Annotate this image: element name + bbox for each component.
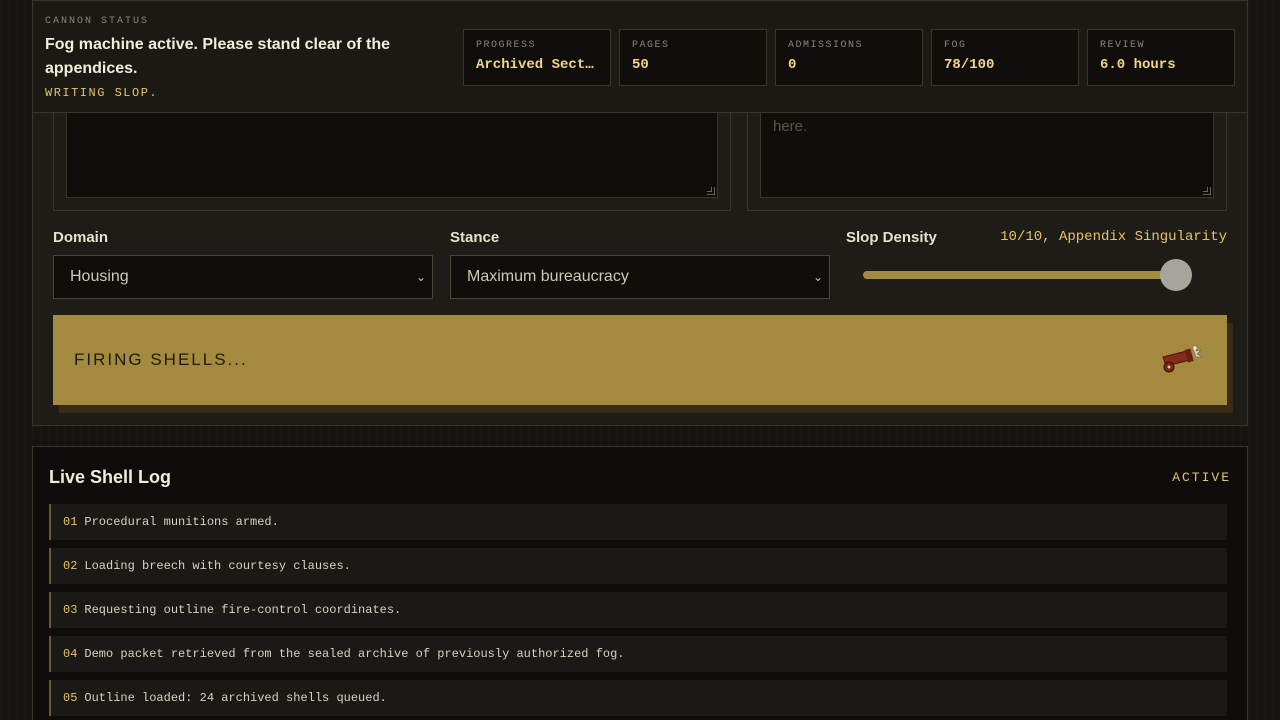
fire-button[interactable]: FIRING SHELLS... bbox=[53, 315, 1227, 405]
log-status-badge: ACTIVE bbox=[1172, 470, 1231, 485]
slider-thumb[interactable] bbox=[1160, 259, 1192, 291]
slop-density-label: Slop Density bbox=[846, 229, 937, 246]
stance-select[interactable]: Maximum bureaucracy ⌄ bbox=[450, 255, 830, 299]
stance-label: Stance bbox=[450, 229, 500, 246]
status-subtitle: WRITING SLOP. bbox=[45, 86, 159, 100]
slop-density-slider[interactable] bbox=[863, 271, 1179, 279]
fire-button-label: FIRING SHELLS... bbox=[74, 350, 248, 369]
log-entry: 01 Procedural munitions armed. bbox=[49, 504, 1227, 540]
metric-review: REVIEW 6.0 hours bbox=[1087, 29, 1235, 86]
resize-handle-icon[interactable] bbox=[707, 187, 715, 195]
cannon-status-bar: CANNON STATUS Fog machine active. Please… bbox=[32, 0, 1248, 113]
log-title: Live Shell Log bbox=[49, 467, 172, 487]
cannon-icon bbox=[1162, 345, 1204, 373]
metric-admissions: ADMISSIONS 0 bbox=[775, 29, 923, 86]
generator-form: here. Domain Housing ⌄ Stance Maximum bu… bbox=[32, 60, 1248, 426]
domain-label: Domain bbox=[53, 229, 109, 246]
log-entry: 05 Outline loaded: 24 archived shells que… bbox=[49, 680, 1227, 716]
chevron-down-icon: ⌄ bbox=[415, 270, 426, 284]
log-entry: 03 Requesting outline fire-control coordi… bbox=[49, 592, 1227, 628]
status-eyebrow: CANNON STATUS bbox=[45, 16, 150, 27]
chevron-down-icon: ⌄ bbox=[812, 270, 823, 284]
log-entry: 02 Loading breech with courtesy clauses. bbox=[49, 548, 1227, 584]
notes-placeholder: here. bbox=[773, 118, 808, 135]
status-title: Fog machine active. Please stand clear o… bbox=[45, 36, 391, 77]
metric-pages: PAGES 50 bbox=[619, 29, 767, 86]
live-shell-log: Live Shell Log ACTIVE 01 Procedural munit… bbox=[32, 446, 1248, 720]
resize-handle-icon[interactable] bbox=[1203, 187, 1211, 195]
metric-progress: PROGRESS Archived Sect… bbox=[463, 29, 611, 86]
domain-select[interactable]: Housing ⌄ bbox=[53, 255, 433, 299]
stance-value: Maximum bureaucracy bbox=[467, 268, 629, 285]
slop-density-value: 10/10, Appendix Singularity bbox=[1000, 229, 1227, 245]
log-entry: 04 Demo packet retrieved from the sealed … bbox=[49, 636, 1227, 672]
metric-fog: FOG 78/100 bbox=[931, 29, 1079, 86]
domain-value: Housing bbox=[70, 268, 129, 285]
